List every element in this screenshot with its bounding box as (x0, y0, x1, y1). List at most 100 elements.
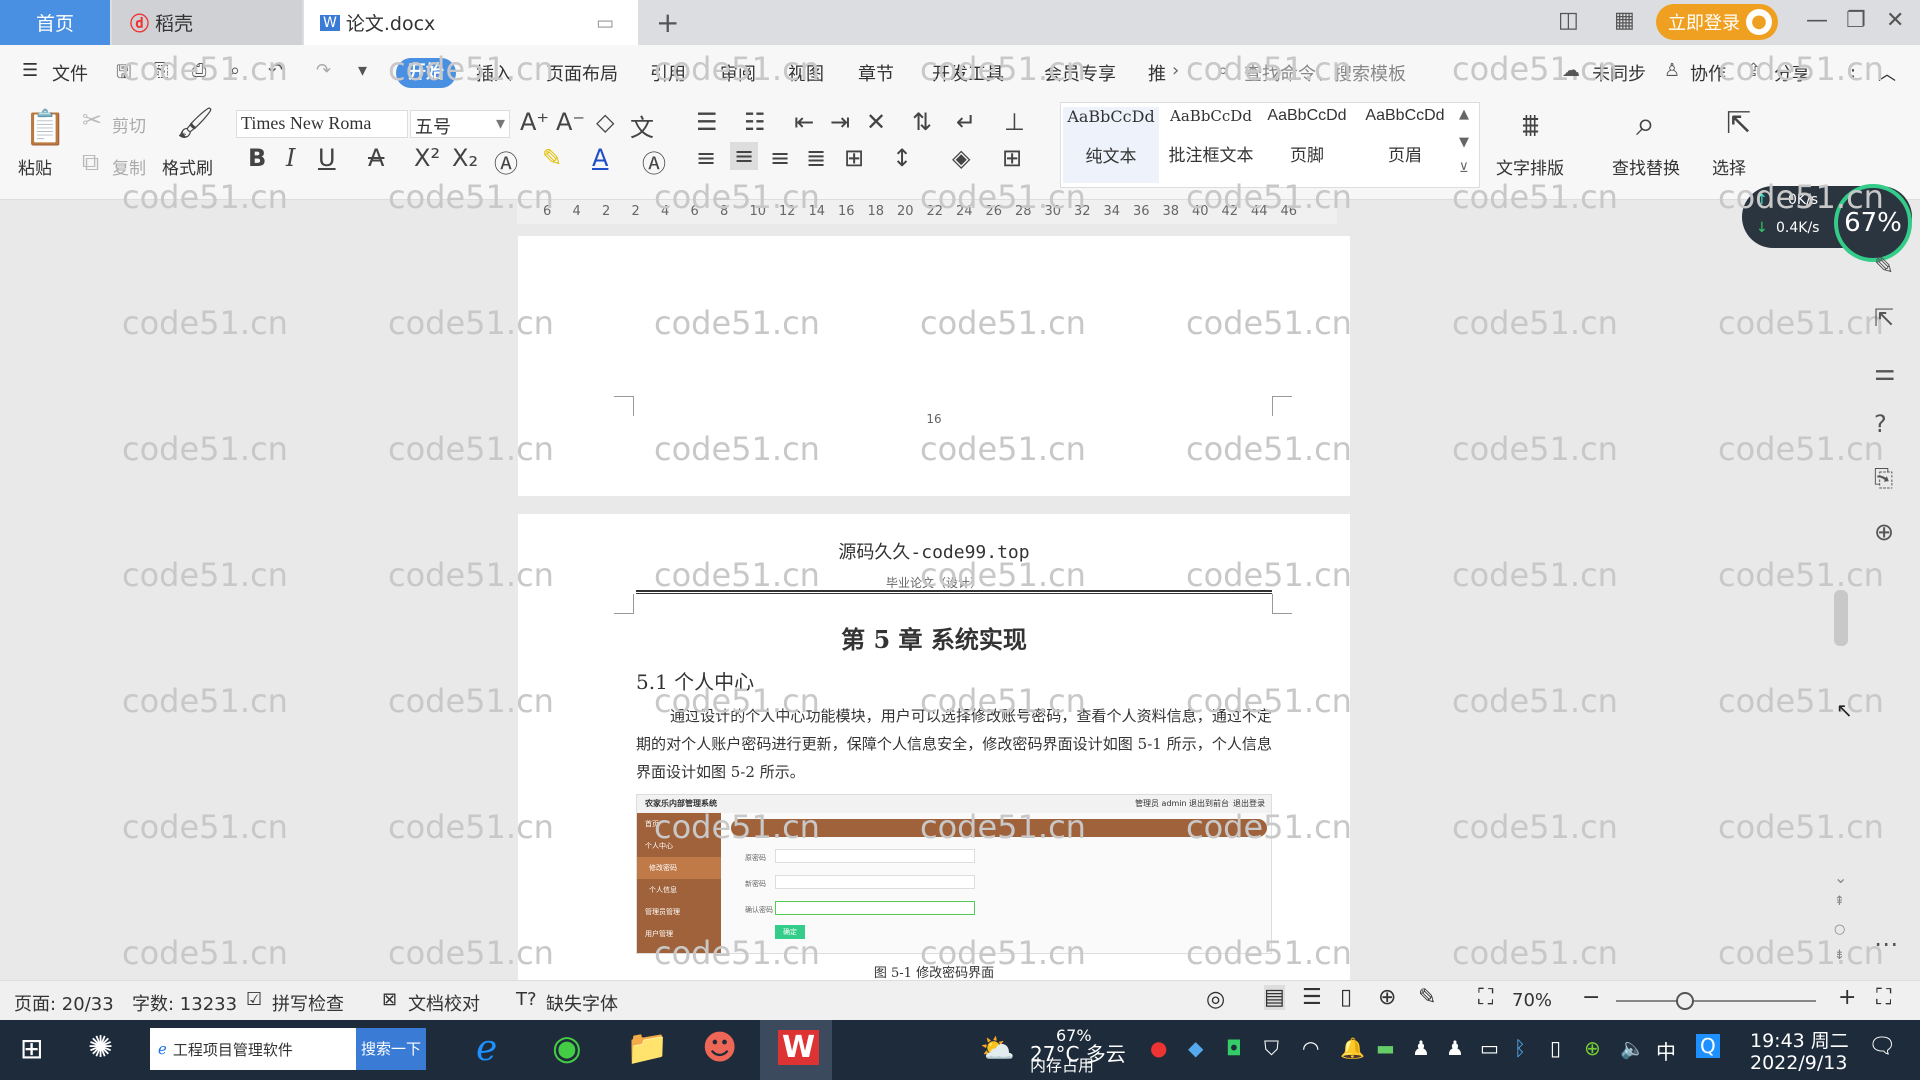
menu-references[interactable]: 引用 (650, 60, 686, 86)
paste-icon[interactable]: 📋 (24, 108, 66, 148)
read-view-icon[interactable]: ▯ (1340, 985, 1352, 1010)
next-page-icon[interactable]: ⇟ (1834, 948, 1845, 963)
print-icon[interactable]: ⎙ (192, 60, 206, 81)
horizontal-ruler[interactable]: 6 4 2 2 4 6 8 10 12 14 16 18 20 22 24 26 28 30 32 34 36 38 40 4… (517, 200, 1337, 224)
strikethrough-icon[interactable]: A (368, 144, 384, 172)
text-layout-icon[interactable]: ⩩ (1522, 106, 1539, 145)
more-vertical-icon[interactable]: ⋮ (1844, 60, 1862, 81)
windows-start-icon[interactable]: ⊞ (20, 1032, 43, 1065)
taskbar-search-button[interactable]: 搜索一下 (356, 1028, 426, 1070)
hamburger-icon[interactable]: ☰ (22, 60, 38, 81)
monitor-icon[interactable]: ▭ (596, 12, 614, 34)
text-effect-icon[interactable]: Ⓐ (494, 144, 518, 179)
menu-more[interactable]: 推 (1148, 60, 1166, 86)
increase-indent-icon[interactable]: ⇥ (830, 108, 850, 136)
grow-font-icon[interactable]: A⁺ (520, 108, 549, 136)
page-previous[interactable]: 16 (518, 236, 1350, 496)
minimize-icon[interactable]: — (1806, 8, 1828, 33)
close-icon[interactable]: ✕ (1886, 8, 1904, 33)
ie-browser-icon[interactable]: ℯ (476, 1028, 497, 1069)
page-view-icon[interactable]: ▤ (1264, 985, 1285, 1010)
tab-docer[interactable]: ⓓ 稻壳 (112, 0, 302, 45)
style-comment-text[interactable]: AaBbCcDd 批注框文本 (1163, 107, 1259, 183)
gallery-up-icon[interactable]: ▲ (1459, 107, 1469, 122)
find-replace-button[interactable]: 查找替换 (1612, 154, 1680, 179)
fit-page-icon[interactable]: ⛶ (1478, 985, 1493, 1010)
page-indicator[interactable]: 页面: 20/33 (14, 990, 114, 1016)
underline-icon[interactable]: U (318, 144, 336, 172)
backup-icon[interactable]: ⎘ (1874, 464, 1893, 492)
tray-cloud-icon[interactable]: ◘ (1226, 1036, 1242, 1060)
prev-page-icon[interactable]: ⇞ (1834, 894, 1845, 909)
settings-sliders-icon[interactable]: ⚌ (1874, 358, 1896, 386)
game-app-icon[interactable]: ☻ (702, 1028, 737, 1068)
outline-view-icon[interactable]: ☰ (1302, 985, 1322, 1010)
superscript-icon[interactable]: X² (414, 144, 440, 172)
clear-format-icon[interactable]: ◇ (596, 108, 614, 136)
format-painter-icon[interactable]: 🖌 (176, 106, 214, 141)
menu-file[interactable]: 文件 (52, 60, 88, 86)
command-search-input[interactable]: 查找命令、搜索模板 (1244, 60, 1406, 86)
taskbar-search-box[interactable]: ℯ 工程项目管理软件 (150, 1028, 356, 1070)
find-icon[interactable]: ⌕ (1636, 104, 1655, 144)
select-cursor-icon[interactable]: ⇱ (1726, 106, 1751, 141)
ime-indicator[interactable]: 中 (1656, 1036, 1676, 1065)
format-painter-button[interactable]: 格式刷 (162, 154, 213, 179)
zoom-in-icon[interactable]: + (1838, 985, 1856, 1010)
zoom-out-icon[interactable]: − (1582, 985, 1600, 1010)
text-layout-button[interactable]: 文字排版 (1496, 154, 1564, 179)
font-size-select[interactable]: 五号 ▾ (410, 110, 510, 138)
proofread-button[interactable]: 文档校对 (408, 990, 480, 1016)
gallery-expand-icon[interactable]: ⊻ (1459, 161, 1469, 176)
fan-app-icon[interactable]: ✺ (88, 1030, 113, 1065)
style-footer[interactable]: AaBbCcDd 页脚 (1259, 107, 1355, 183)
chinese-layout-icon[interactable]: ✕ (866, 108, 886, 136)
cut-button[interactable]: 剪切 (112, 112, 146, 137)
export-icon[interactable]: ⎘ (154, 60, 168, 81)
clock-date[interactable]: 2022/9/13 (1750, 1052, 1847, 1074)
wifi-icon[interactable]: ◠ (1302, 1036, 1319, 1060)
missing-font-button[interactable]: 缺失字体 (546, 990, 618, 1016)
file-explorer-icon[interactable]: 📁 (626, 1028, 668, 1068)
font-color-icon[interactable]: A (592, 144, 608, 172)
web-view-icon[interactable]: ⊕ (1378, 985, 1396, 1010)
usb-icon[interactable]: ▯ (1550, 1036, 1561, 1060)
layout-icon[interactable]: ◫ (1558, 8, 1579, 33)
highlight-icon[interactable]: ✎ (542, 144, 562, 172)
tray-shield-icon[interactable]: ⛉ (1264, 1036, 1279, 1060)
bold-icon[interactable]: B (248, 144, 266, 172)
gallery-down-icon[interactable]: ▼ (1459, 135, 1469, 150)
font-family-select[interactable]: Times New Roma (236, 110, 408, 138)
char-border-icon[interactable]: Ⓐ (642, 144, 666, 179)
sort-icon[interactable]: ⇅ (912, 108, 932, 136)
spell-check-button[interactable]: 拼写检查 (272, 990, 344, 1016)
eye-protect-icon[interactable]: ◎ (1206, 987, 1225, 1012)
shading-icon[interactable]: ◈ (952, 144, 970, 172)
collab-button[interactable]: 协作 (1690, 60, 1726, 86)
more-icon[interactable]: ⋯ (1874, 930, 1898, 958)
new-tab-icon[interactable]: + (656, 6, 679, 39)
tray-nvidia-icon[interactable]: ▬ (1376, 1036, 1395, 1060)
browser-360-icon[interactable]: ◉ (552, 1028, 582, 1068)
zoom-slider-track[interactable] (1616, 1000, 1816, 1002)
distribute-icon[interactable]: ⊞ (844, 144, 864, 172)
scroll-down-icon[interactable]: ⌄ (1834, 868, 1847, 887)
italic-icon[interactable]: I (286, 144, 295, 172)
paste-button[interactable]: 粘贴 (18, 154, 52, 179)
chevron-right-icon[interactable]: › (1172, 60, 1179, 81)
write-view-icon[interactable]: ✎ (1418, 985, 1436, 1010)
vertical-scrollbar-thumb[interactable] (1834, 590, 1848, 646)
redo-icon[interactable]: ↷ (316, 60, 331, 81)
save-icon[interactable]: 🖫 (116, 60, 131, 90)
zoom-level[interactable]: 70% (1512, 990, 1552, 1011)
cut-icon[interactable]: ✂ (82, 106, 102, 134)
menu-page-layout[interactable]: 页面布局 (546, 60, 618, 86)
menu-dev-tools[interactable]: 开发工具 (932, 60, 1004, 86)
collapse-ribbon-icon[interactable]: ︿ (1878, 60, 1896, 86)
apps-grid-icon[interactable]: ▦ (1614, 8, 1635, 33)
menu-insert[interactable]: 插入 (476, 60, 512, 86)
login-button[interactable]: 立即登录 ● (1656, 4, 1778, 40)
style-plain-text[interactable]: AaBbCcDd 纯文本 (1063, 107, 1159, 183)
fullscreen-icon[interactable]: ⛶ (1876, 985, 1891, 1010)
tray-security-icon[interactable]: ◆ (1188, 1036, 1203, 1060)
